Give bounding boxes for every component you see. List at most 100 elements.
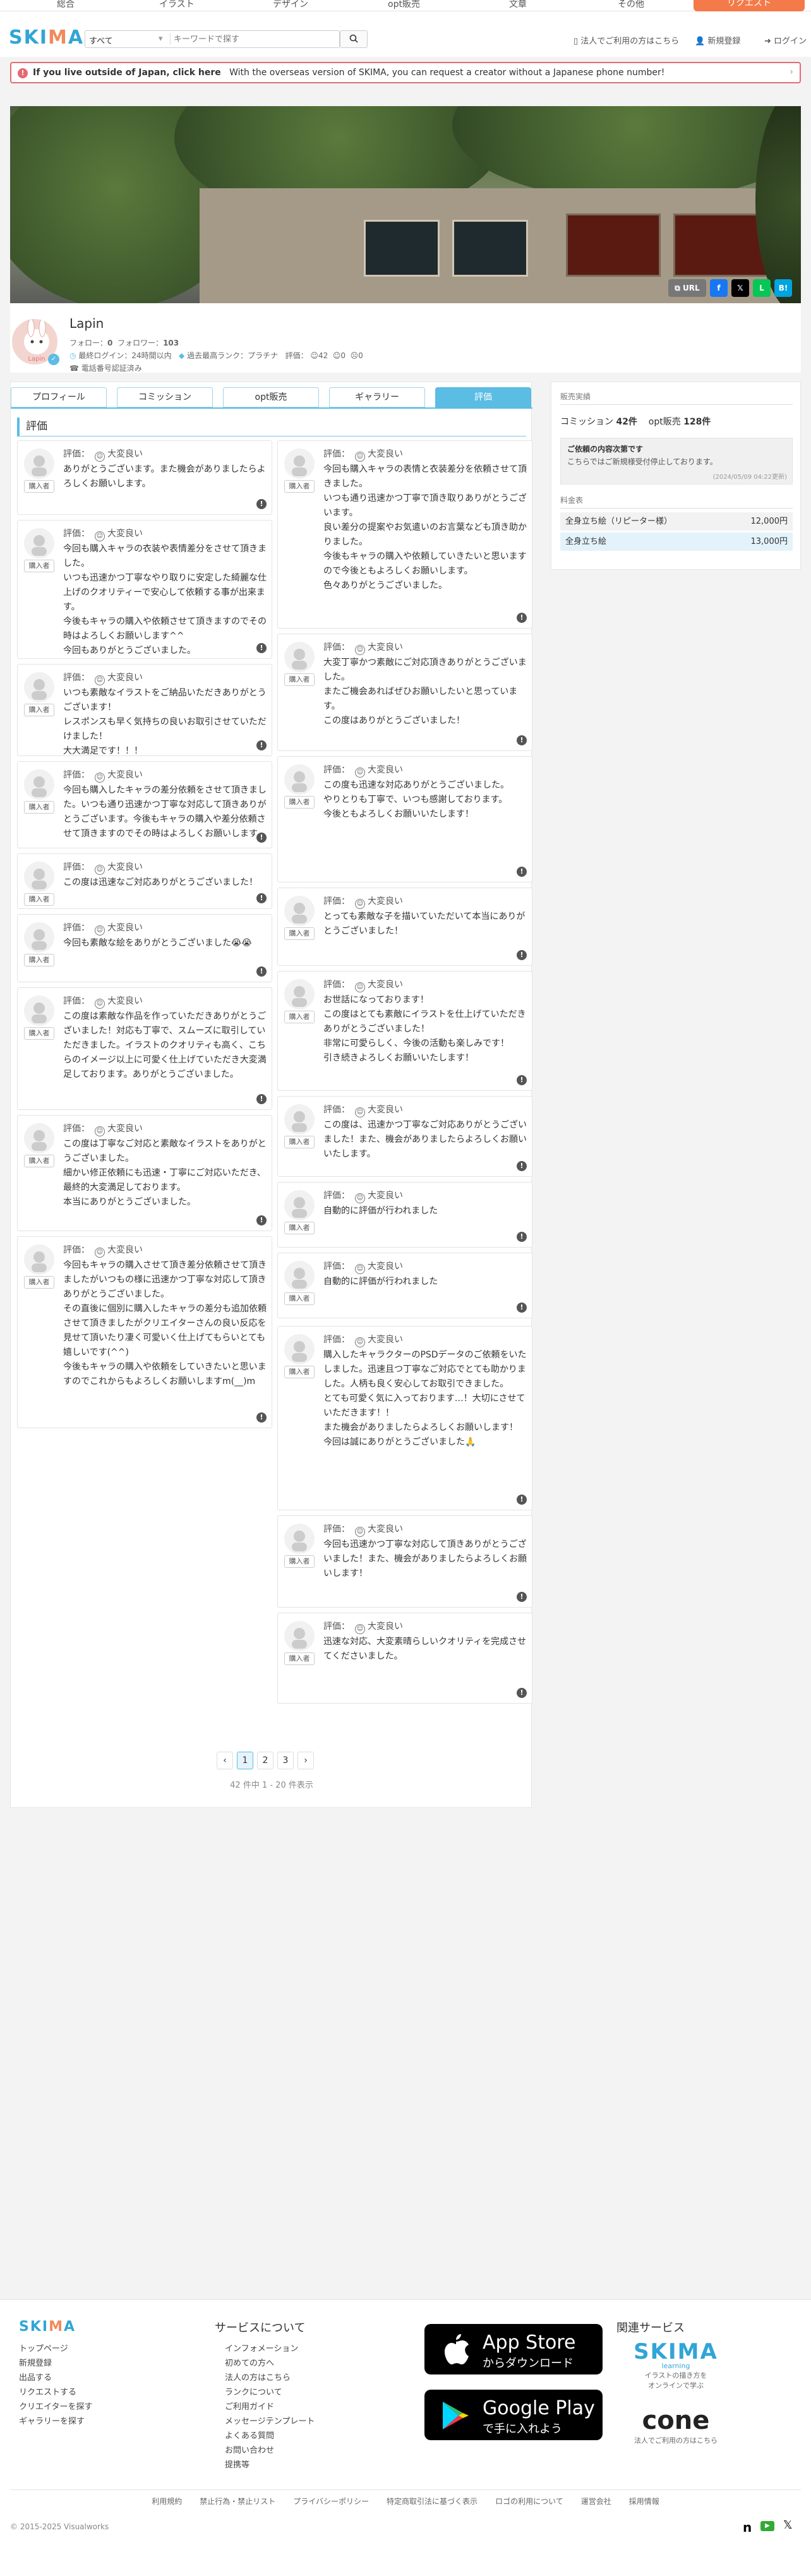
footer-service-link[interactable]: インフォメーション [225, 2342, 315, 2356]
follow-count[interactable]: 0 [107, 339, 112, 347]
report-icon[interactable]: ! [256, 1094, 267, 1104]
reviewer-avatar[interactable] [284, 1261, 315, 1291]
price-row[interactable]: 全身立ち絵 13,000円 [560, 533, 793, 551]
reviewer-avatar[interactable] [284, 764, 315, 795]
report-icon[interactable]: ! [256, 893, 267, 903]
report-icon[interactable]: ! [517, 1075, 527, 1085]
legal-link[interactable]: 運営会社 [581, 2497, 611, 2506]
request-button[interactable]: リクエスト [694, 0, 805, 11]
page-2[interactable]: 2 [257, 1752, 273, 1769]
reviewer-avatar[interactable] [284, 642, 315, 672]
facebook-share-button[interactable]: f [710, 279, 728, 297]
youtube-icon[interactable]: ▶ [760, 2521, 774, 2531]
corp-link[interactable]: ▯ 法人でご利用の方はこちら [574, 34, 679, 46]
tab-reviews[interactable]: 評価 [435, 387, 531, 407]
report-icon[interactable]: ! [517, 613, 527, 623]
footer-link[interactable]: リクエストする [19, 2385, 92, 2400]
report-icon[interactable]: ! [517, 1592, 527, 1602]
legal-link[interactable]: 特定商取引法に基づく表示 [387, 2497, 478, 2506]
x-icon[interactable]: 𝕏 [783, 2519, 793, 2532]
x-share-button[interactable]: 𝕏 [731, 279, 749, 297]
page-3[interactable]: 3 [277, 1752, 294, 1769]
reviewer-avatar[interactable] [24, 528, 54, 558]
search-button[interactable] [340, 30, 368, 48]
reviewer-avatar[interactable] [24, 1244, 54, 1275]
reviewer-avatar[interactable] [284, 1334, 315, 1364]
nav-text[interactable]: 文章 [509, 0, 527, 10]
google-play-badge[interactable]: Google Play で手に入れよう [424, 2390, 603, 2440]
footer-service-link[interactable]: メッセージテンプレート [225, 2414, 315, 2429]
hatena-share-button[interactable]: B! [774, 279, 792, 297]
legal-link[interactable]: 禁止行為・禁止リスト [200, 2497, 275, 2506]
report-icon[interactable]: ! [517, 1495, 527, 1505]
reviewer-avatar[interactable] [284, 1104, 315, 1135]
report-icon[interactable]: ! [256, 833, 267, 843]
tab-opt[interactable]: opt販売 [223, 387, 319, 407]
legal-link[interactable]: 採用情報 [629, 2497, 659, 2506]
footer-service-link[interactable]: 法人の方はこちら [225, 2371, 315, 2385]
reviewer-avatar[interactable] [24, 672, 54, 702]
overseas-banner-link[interactable]: If you live outside of Japan, click here [33, 68, 221, 78]
footer-service-link[interactable]: よくある質問 [225, 2429, 315, 2443]
nav-opt[interactable]: opt販売 [388, 0, 420, 10]
footer-link[interactable]: 新規登録 [19, 2356, 92, 2371]
reviewer-avatar[interactable] [24, 769, 54, 800]
search-category-select[interactable]: すべて [89, 34, 162, 46]
report-icon[interactable]: ! [517, 735, 527, 745]
skima-logo[interactable]: SKIMA [9, 27, 84, 49]
cone-link[interactable]: cone 法人でご利用の方はこちら [625, 2406, 726, 2457]
price-row[interactable]: 全身立ち絵（リピーター様） 12,000円 [560, 512, 793, 531]
copy-url-button[interactable]: ⧉ URL [668, 279, 706, 297]
footer-service-link[interactable]: 初めての方へ [225, 2356, 315, 2371]
report-icon[interactable]: ! [256, 643, 267, 653]
nav-other[interactable]: その他 [618, 0, 644, 10]
footer-logo[interactable]: SKIMA [19, 2319, 76, 2335]
footer-service-link[interactable]: お問い合わせ [225, 2443, 315, 2458]
app-store-badge[interactable]: App Store からダウンロード [424, 2324, 603, 2374]
nav-illust[interactable]: イラスト [159, 0, 195, 10]
page-prev[interactable]: ‹ [217, 1752, 233, 1769]
nav-design[interactable]: デザイン [273, 0, 308, 10]
reviewer-avatar[interactable] [24, 996, 54, 1026]
footer-service-link[interactable]: ランクについて [225, 2385, 315, 2400]
report-icon[interactable]: ! [517, 950, 527, 960]
tab-profile[interactable]: プロフィール [11, 387, 107, 407]
register-link[interactable]: 👤 新規登録 [695, 34, 740, 46]
tab-gallery[interactable]: ギャラリー [329, 387, 425, 407]
report-icon[interactable]: ! [517, 867, 527, 877]
legal-link[interactable]: 利用規約 [152, 2497, 182, 2506]
reviewer-avatar[interactable] [284, 896, 315, 926]
report-icon[interactable]: ! [256, 740, 267, 750]
note-icon[interactable]: n [743, 2520, 752, 2535]
report-icon[interactable]: ! [256, 1215, 267, 1225]
report-icon[interactable]: ! [256, 1412, 267, 1423]
reviewer-avatar[interactable] [24, 448, 54, 479]
footer-link[interactable]: トップページ [19, 2342, 92, 2356]
reviewer-avatar[interactable] [284, 448, 315, 479]
skima-learning-link[interactable]: SKIMA learning イラストの描き方を オンラインで学ぶ [625, 2339, 726, 2402]
footer-service-link[interactable]: ご利用ガイド [225, 2400, 315, 2414]
reviewer-avatar[interactable] [284, 1524, 315, 1554]
follower-count[interactable]: 103 [163, 339, 179, 347]
page-1[interactable]: 1 [237, 1752, 253, 1769]
legal-link[interactable]: ロゴの利用について [495, 2497, 563, 2506]
reviewer-avatar[interactable] [284, 979, 315, 1009]
report-icon[interactable]: ! [517, 1161, 527, 1171]
footer-link[interactable]: クリエイターを探す [19, 2400, 92, 2414]
search-input[interactable] [174, 33, 332, 45]
legal-link[interactable]: プライバシーポリシー [293, 2497, 369, 2506]
report-icon[interactable]: ! [256, 499, 267, 509]
line-share-button[interactable]: L [753, 279, 771, 297]
login-link[interactable]: ➜ ログイン [764, 34, 807, 46]
report-icon[interactable]: ! [256, 966, 267, 977]
report-icon[interactable]: ! [517, 1232, 527, 1242]
reviewer-avatar[interactable] [24, 1123, 54, 1153]
footer-link[interactable]: ギャラリーを探す [19, 2414, 92, 2429]
reviewer-avatar[interactable] [24, 862, 54, 892]
nav-general[interactable]: 総合 [57, 0, 75, 10]
overseas-banner[interactable]: ! If you live outside of Japan, click he… [10, 62, 801, 83]
reviewer-avatar[interactable] [284, 1190, 315, 1220]
page-next[interactable]: › [297, 1752, 314, 1769]
reviewer-avatar[interactable] [284, 1621, 315, 1651]
report-icon[interactable]: ! [517, 1303, 527, 1313]
